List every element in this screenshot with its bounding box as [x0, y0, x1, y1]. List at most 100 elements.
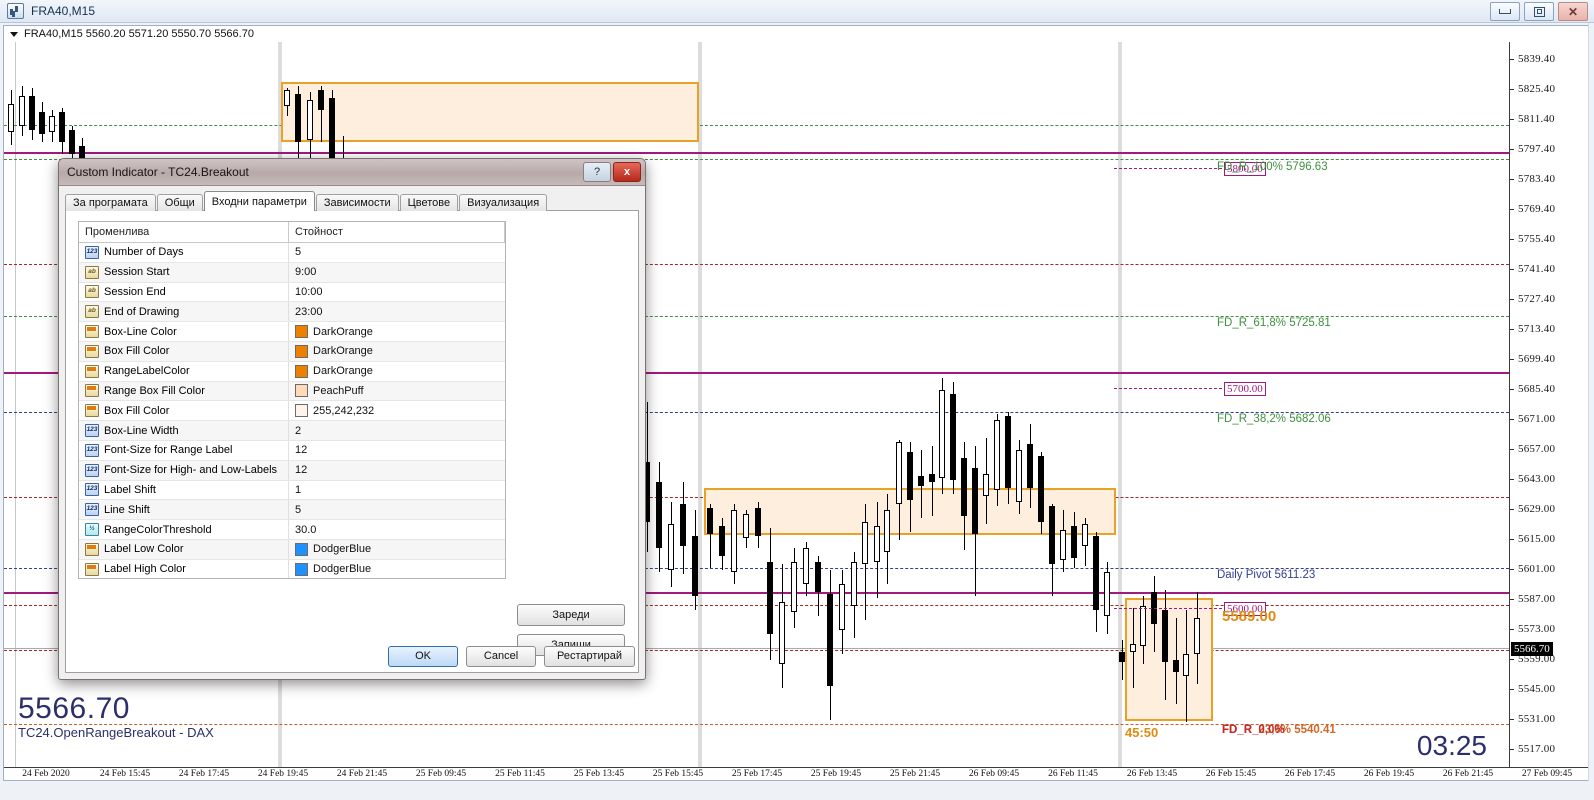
time-tick: 24 Feb 17:45	[178, 769, 230, 779]
color-swatch	[295, 404, 308, 418]
price-tick: 5587.00	[1518, 593, 1556, 605]
dialog-close-button[interactable]: x	[613, 162, 641, 182]
table-row[interactable]: RangeLabelColor DarkOrange	[79, 361, 505, 382]
load-button[interactable]: Зареди	[517, 604, 625, 626]
table-row[interactable]: 123 Line Shift 5	[79, 500, 505, 521]
price-scale[interactable]: 5839.40 5825.40 5811.40 5797.40 5783.40 …	[1509, 42, 1591, 767]
time-tick: 24 Feb 21:45	[336, 769, 388, 779]
param-value: 255,242,232	[313, 404, 375, 417]
tab-common[interactable]: Общи	[156, 194, 203, 211]
tab-colors[interactable]: Цветове	[399, 194, 459, 211]
tab-visualization[interactable]: Визуализация	[459, 194, 548, 211]
time-tick: 26 Feb 13:45	[1126, 769, 1178, 779]
open-range-box-3	[1125, 598, 1213, 721]
minimize-button[interactable]	[1490, 2, 1520, 21]
daily-pivot-label: Daily Pivot 5611.23	[1217, 569, 1316, 581]
fib-label-100: FD_R_100% 5796.63	[1217, 161, 1328, 173]
time-tick: 26 Feb 11:45	[1048, 769, 1098, 779]
price-tick: 5825.40	[1518, 83, 1556, 95]
cancel-button[interactable]: Cancel	[466, 646, 537, 667]
price-tick: 5573.00	[1518, 623, 1556, 635]
param-name: Label Shift	[104, 483, 156, 496]
table-row[interactable]: 123 Number of Days 5	[79, 243, 505, 263]
param-name: Box Fill Color	[104, 345, 170, 358]
vertical-scrollbar[interactable]	[1588, 23, 1594, 781]
table-row[interactable]: ab Session Start 9:00	[79, 262, 505, 283]
color-type-icon	[85, 542, 99, 556]
time-tick: 25 Feb 15:45	[652, 769, 704, 779]
time-tick: 26 Feb 09:45	[968, 769, 1020, 779]
table-row[interactable]: Box Fill Color 255,242,232	[79, 401, 505, 422]
table-row[interactable]: ab End of Drawing 23:00	[79, 302, 505, 323]
table-row[interactable]: 123 Font-Size for High- and Low-Labels 12	[79, 460, 505, 481]
table-row[interactable]: ½ RangeColorThreshold 30.0	[79, 520, 505, 540]
param-name: Label Low Color	[104, 543, 184, 556]
chart-clock: 03:25	[1416, 730, 1487, 761]
price-tick: 5797.40	[1518, 143, 1556, 155]
param-name: Box-Line Color	[104, 325, 177, 338]
price-tick: 5601.00	[1518, 563, 1556, 575]
day-separator	[15, 42, 16, 767]
dialog-tabs: За програмата Общи Входни параметри Зави…	[65, 191, 639, 211]
table-row[interactable]: 123 Label Shift 1	[79, 480, 505, 501]
close-button[interactable]: ✕	[1558, 2, 1588, 21]
grid-header-row: Променлива Стойност	[79, 222, 505, 243]
price-tick: 5517.00	[1518, 743, 1556, 755]
tab-dependencies[interactable]: Зависимости	[315, 194, 399, 211]
time-tick: 26 Feb 15:45	[1205, 769, 1257, 779]
param-value: 5	[295, 503, 302, 516]
column-header-value: Стойност	[295, 226, 343, 238]
double-type-icon: ½	[85, 523, 99, 537]
dialog-title: Custom Indicator - TC24.Breakout	[67, 165, 249, 179]
chevron-down-icon[interactable]	[10, 31, 18, 37]
color-type-icon	[85, 344, 99, 358]
table-row[interactable]: Range Box Fill Color PeachPuff	[79, 381, 505, 402]
fib-label-618: FD_R_61,8% 5725.81	[1217, 317, 1331, 329]
color-swatch	[295, 384, 308, 398]
tab-about[interactable]: За програмата	[65, 194, 156, 211]
table-row[interactable]: 123 Box-Line Width 2	[79, 421, 505, 441]
price-tick: 5685.40	[1518, 383, 1556, 395]
restart-button[interactable]: Рестартирай	[544, 646, 635, 667]
chart-readout: 5566.70 TC24.OpenRangeBreakout - DAX	[18, 693, 214, 741]
ok-button[interactable]: OK	[388, 646, 459, 667]
param-value: 1	[295, 483, 302, 496]
tag-connector	[1114, 168, 1222, 170]
price-tick: 5769.40	[1518, 203, 1556, 215]
table-row[interactable]: Label Low Color DodgerBlue	[79, 539, 505, 560]
integer-type-icon: 123	[85, 463, 99, 477]
color-type-icon	[85, 562, 99, 576]
time-axis[interactable]: 24 Feb 2020 24 Feb 15:45 24 Feb 17:45 24…	[4, 767, 1591, 780]
readout-symbol: TC24.OpenRangeBreakout - DAX	[18, 725, 214, 740]
dialog-titlebar[interactable]: Custom Indicator - TC24.Breakout ? x	[59, 159, 645, 186]
string-type-icon: ab	[85, 265, 99, 279]
maximize-button[interactable]	[1524, 2, 1554, 21]
param-name: Box-Line Width	[104, 424, 179, 437]
open-range-box-1	[281, 82, 699, 142]
integer-type-icon: 123	[85, 424, 99, 438]
fib-line-top	[4, 125, 1509, 126]
table-row[interactable]: Box Fill Color DarkOrange	[79, 341, 505, 362]
help-button[interactable]: ?	[583, 162, 611, 182]
color-swatch	[295, 562, 308, 576]
price-tick: 5839.40	[1518, 53, 1556, 65]
param-value: 5	[295, 246, 302, 259]
parameters-grid[interactable]: Променлива Стойност 123 Number of Days 5 …	[78, 221, 506, 579]
table-row[interactable]: Label High Color DodgerBlue	[79, 559, 505, 578]
table-row[interactable]: Box-Line Color DarkOrange	[79, 322, 505, 342]
time-tick: 26 Feb 17:45	[1284, 769, 1336, 779]
param-name: Font-Size for High- and Low-Labels	[104, 464, 278, 477]
table-row[interactable]: 123 Font-Size for Range Label 12	[79, 440, 505, 461]
custom-indicator-dialog: Custom Indicator - TC24.Breakout ? x За …	[58, 158, 646, 680]
param-value: DarkOrange	[313, 325, 373, 338]
integer-type-icon: 123	[85, 245, 99, 259]
param-name: Box Fill Color	[104, 404, 170, 417]
param-value: DodgerBlue	[313, 543, 372, 556]
color-swatch	[295, 542, 308, 556]
param-value: 10:00	[295, 285, 323, 298]
price-tick: 5755.40	[1518, 233, 1556, 245]
param-value: DarkOrange	[313, 345, 373, 358]
table-row[interactable]: ab Session End 10:00	[79, 282, 505, 303]
price-tick: 5643.00	[1518, 473, 1556, 485]
tab-inputs[interactable]: Входни параметри	[203, 191, 315, 211]
